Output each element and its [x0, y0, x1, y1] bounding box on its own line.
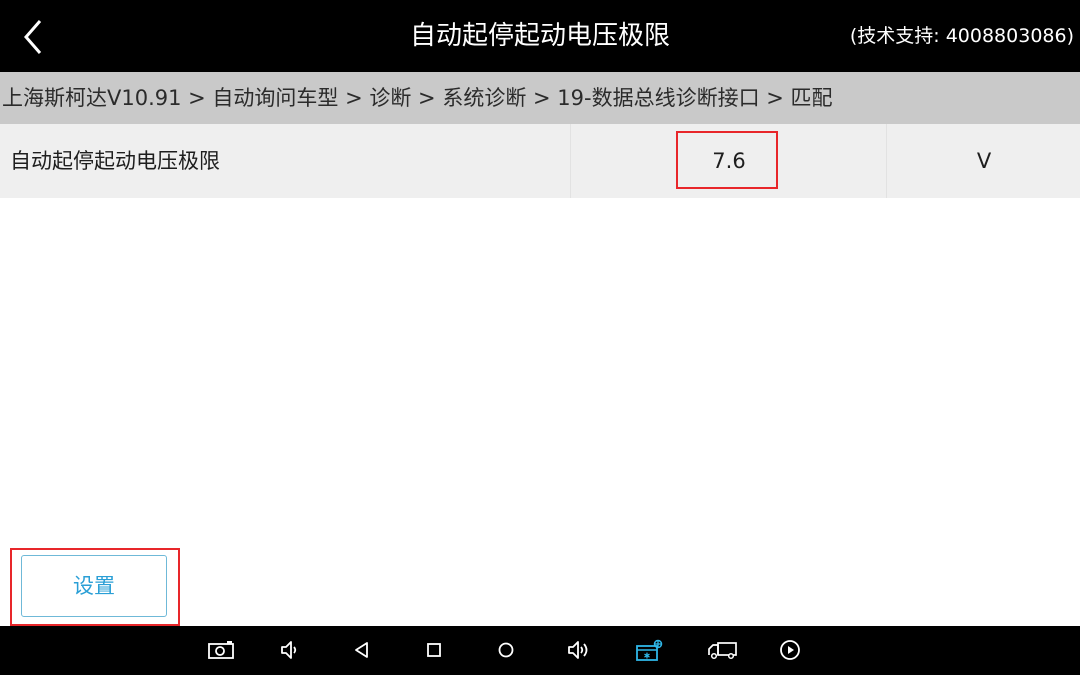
home-circle-icon[interactable] — [486, 626, 526, 675]
table-row[interactable]: 自动起停起动电压极限 7.6 V — [0, 124, 1080, 198]
top-bar: 自动起停起动电压极限 (技术支持: 4008803086) — [0, 0, 1080, 72]
truck-icon[interactable] — [698, 626, 738, 675]
parameter-name: 自动起停起动电压极限 — [10, 149, 220, 173]
support-phone-text: (技术支持: 4008803086) — [849, 25, 1074, 47]
volume-up-icon[interactable] — [558, 626, 598, 675]
screenshot-icon[interactable] — [198, 626, 238, 675]
recent-apps-icon[interactable] — [414, 626, 454, 675]
volume-down-icon[interactable] — [270, 626, 310, 675]
vci-connection-icon[interactable]: ✱ — [626, 626, 666, 675]
parameter-unit: V — [886, 124, 1080, 198]
system-nav-bar: ✱ — [0, 626, 1080, 675]
back-button[interactable] — [8, 8, 64, 64]
svg-text:✱: ✱ — [644, 652, 651, 661]
settings-button[interactable]: 设置 — [21, 555, 167, 617]
breadcrumb: 上海斯柯达V10.91 > 自动询问车型 > 诊断 > 系统诊断 > 19-数据… — [0, 72, 1080, 124]
play-icon[interactable] — [770, 626, 810, 675]
value-highlight-box — [676, 131, 778, 189]
back-triangle-icon[interactable] — [342, 626, 382, 675]
chevron-left-icon — [24, 20, 42, 54]
